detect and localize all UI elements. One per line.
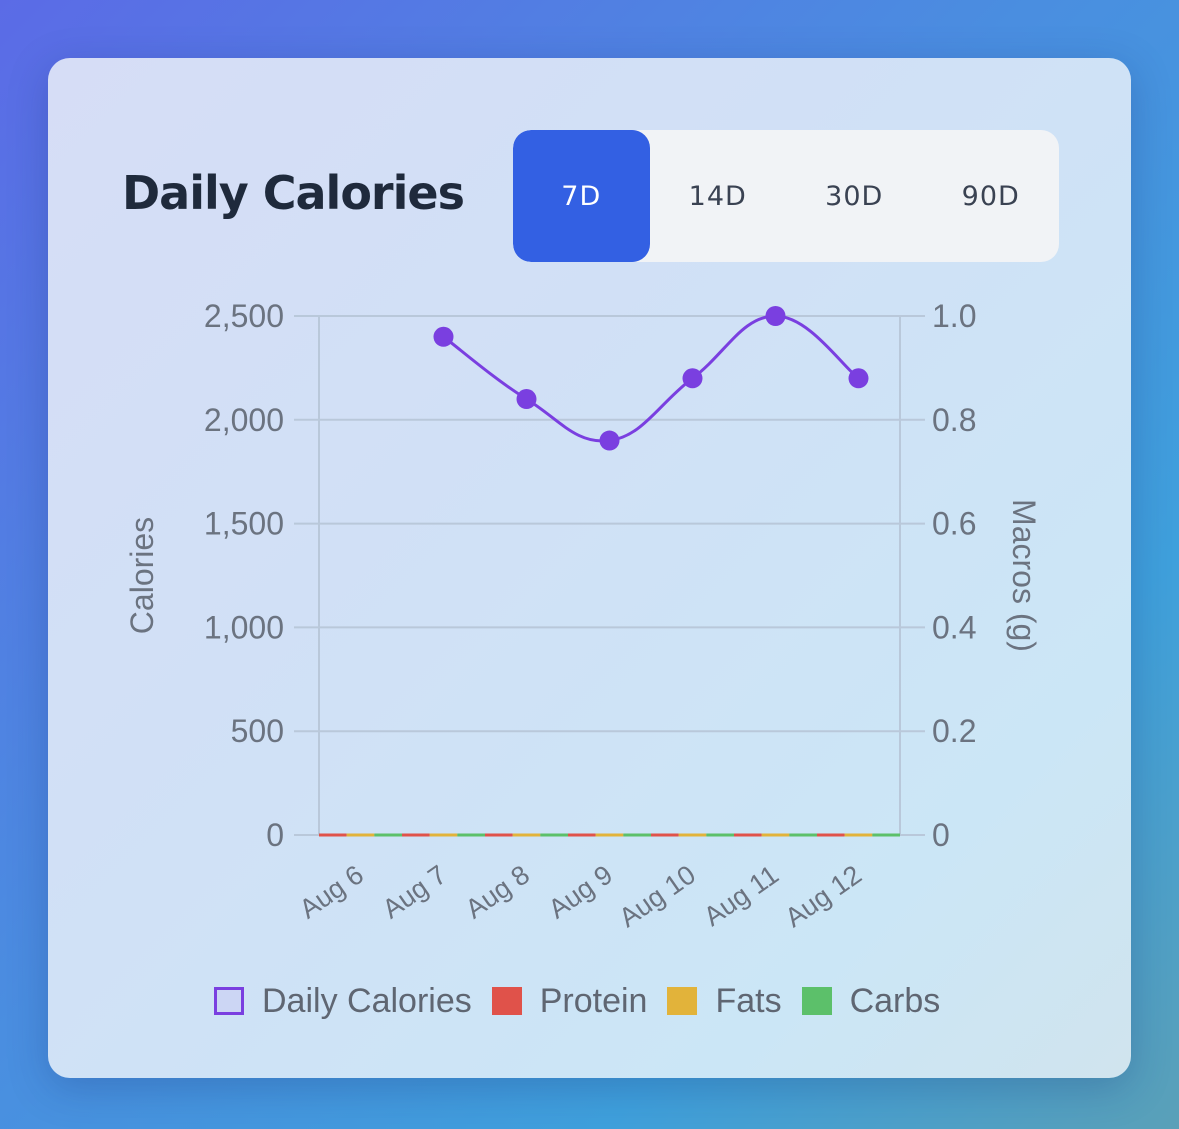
y-tick-label: 1,000 <box>204 609 284 645</box>
legend-label-calories: Daily Calories <box>262 981 472 1020</box>
y2-tick-label: 0.4 <box>932 609 976 645</box>
y-tick-label: 2,500 <box>204 298 284 334</box>
x-tick-label: Aug 6 <box>294 859 369 924</box>
legend-label-carbs: Carbs <box>849 981 941 1020</box>
y2-axis-title: Macros (g) <box>1006 499 1042 652</box>
legend-item-carbs[interactable]: Carbs <box>801 981 941 1021</box>
y-axis-title: Calories <box>124 517 160 634</box>
legend-swatch-fats <box>667 987 698 1015</box>
calories-point <box>516 389 537 410</box>
calories-point <box>433 326 454 347</box>
legend-swatch-protein <box>491 987 522 1015</box>
calories-point <box>848 368 869 389</box>
y-tick-label: 0 <box>266 817 284 853</box>
legend-swatch-calories <box>214 987 244 1015</box>
calories-point <box>765 306 786 326</box>
x-tick-label: Aug 11 <box>698 859 784 932</box>
chart-card: Daily Calories 7D 14D 30D 90D 0 0 500 0.2 1,… <box>48 58 1131 1078</box>
y-tick-label: 2,000 <box>204 402 284 438</box>
x-tick-label: Aug 7 <box>377 859 452 924</box>
calories-point <box>682 368 703 389</box>
y-tick-label: 1,500 <box>204 506 284 542</box>
legend-label-protein: Protein <box>539 981 648 1020</box>
line-chart: 0 0 500 0.2 1,000 0.4 1,500 0.6 2,000 0.8 2,500 1.0… <box>124 298 1042 933</box>
y2-tick-label: 0.8 <box>932 402 976 438</box>
x-tick-label: Aug 8 <box>460 859 535 924</box>
legend-label-fats: Fats <box>715 981 782 1020</box>
y2-tick-label: 1.0 <box>932 298 976 334</box>
legend-item-protein[interactable]: Protein <box>491 981 648 1021</box>
y2-tick-label: 0.2 <box>932 713 976 749</box>
legend-item-calories[interactable]: Daily Calories <box>214 982 472 1021</box>
calories-point <box>599 430 620 451</box>
x-tick-label: Aug 10 <box>614 859 701 933</box>
x-tick-label: Aug 9 <box>543 859 618 924</box>
chart-legend: Daily Calories Protein Fats Carbs <box>214 976 960 1026</box>
y-tick-label: 500 <box>231 713 284 749</box>
calories-line <box>442 314 860 443</box>
legend-item-fats[interactable]: Fats <box>667 981 782 1021</box>
legend-swatch-carbs <box>801 987 832 1015</box>
y2-tick-label: 0.6 <box>932 506 976 542</box>
x-tick-label: Aug 12 <box>780 859 867 933</box>
y2-tick-label: 0 <box>932 817 950 853</box>
